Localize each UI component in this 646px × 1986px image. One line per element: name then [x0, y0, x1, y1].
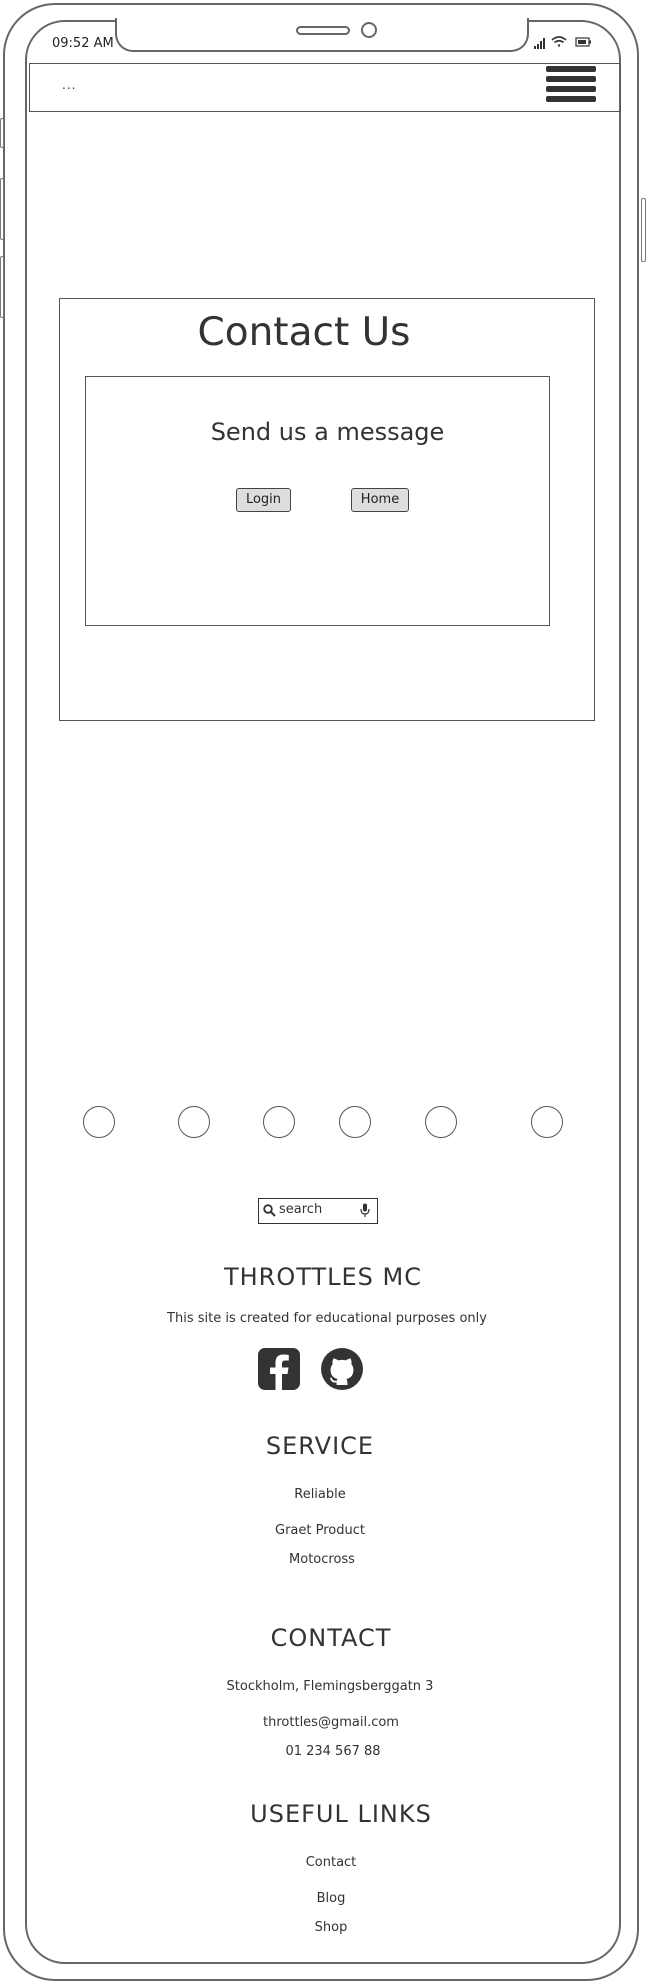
message-panel-title: Send us a message — [210, 418, 445, 446]
device-volume-up-button — [0, 178, 4, 240]
footer-contact-heading: CONTACT — [270, 1624, 392, 1652]
footer-contact-address: Stockholm, Flemingsberggatn 3 — [226, 1679, 434, 1694]
microphone-icon[interactable] — [360, 1203, 370, 1218]
footer-service-heading: SERVICE — [265, 1432, 375, 1460]
social-link-circle-2[interactable] — [178, 1106, 210, 1138]
footer-service-item: Reliable — [294, 1487, 346, 1502]
battery-icon — [575, 37, 591, 47]
search-icon — [263, 1204, 276, 1217]
social-link-circle-6[interactable] — [531, 1106, 563, 1138]
device-mute-switch — [0, 118, 4, 148]
footer-service-item: Motocross — [289, 1552, 355, 1567]
device-camera — [361, 22, 377, 38]
footer-links-heading: USEFUL LINKS — [250, 1800, 432, 1828]
hamburger-menu-icon[interactable] — [546, 66, 596, 106]
status-time: 09:52 AM — [52, 36, 114, 51]
wifi-icon — [551, 36, 567, 47]
login-button[interactable]: Login — [236, 488, 291, 512]
social-link-circle-3[interactable] — [263, 1106, 295, 1138]
social-link-circle-5[interactable] — [425, 1106, 457, 1138]
footer-contact-phone: 01 234 567 88 — [285, 1744, 381, 1759]
device-notch — [115, 18, 529, 52]
message-panel — [85, 376, 550, 626]
footer-link-shop[interactable]: Shop — [8, 1920, 646, 1935]
social-link-circle-4[interactable] — [339, 1106, 371, 1138]
footer-service-item: Graet Product — [275, 1523, 365, 1538]
device-power-button — [641, 198, 646, 262]
social-link-circle-1[interactable] — [83, 1106, 115, 1138]
footer-site-name: THROTTLES MC — [223, 1263, 423, 1291]
cellular-signal-icon — [534, 38, 545, 49]
facebook-icon[interactable] — [258, 1348, 300, 1390]
navbar-brand[interactable]: ... — [62, 78, 76, 92]
footer-contact-email[interactable]: throttles@gmail.com — [8, 1715, 646, 1730]
navbar — [29, 63, 621, 112]
footer-link-contact[interactable]: Contact — [8, 1855, 646, 1870]
home-button[interactable]: Home — [351, 488, 409, 512]
device-speaker — [296, 26, 350, 35]
footer-link-blog[interactable]: Blog — [8, 1891, 646, 1906]
github-icon[interactable] — [321, 1348, 363, 1390]
footer-disclaimer: This site is created for educational pur… — [167, 1311, 487, 1326]
search-placeholder: search — [279, 1202, 323, 1217]
status-icons — [534, 36, 591, 49]
device-volume-down-button — [0, 256, 4, 318]
page-title: Contact Us — [197, 310, 411, 355]
